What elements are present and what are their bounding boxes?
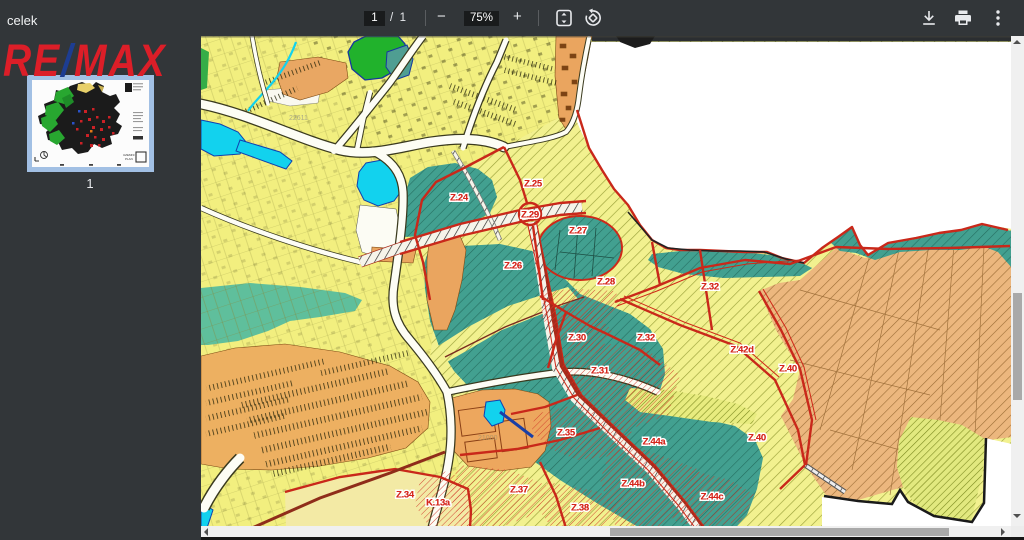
svg-text:Z.26: Z.26 [504, 260, 522, 271]
svg-text:Z.32: Z.32 [701, 281, 719, 292]
svg-text:Z.40: Z.40 [779, 363, 797, 374]
svg-text:Z.37: Z.37 [510, 484, 528, 495]
svg-text:Z.25: Z.25 [524, 178, 543, 189]
svg-text:Z.29: Z.29 [521, 209, 539, 220]
svg-text:Z.42d: Z.42d [730, 344, 754, 355]
svg-text:Z.34: Z.34 [396, 489, 415, 500]
svg-text:21000: 21000 [478, 435, 498, 442]
svg-text:Z.24: Z.24 [450, 192, 469, 203]
svg-text:Z.44a: Z.44a [643, 436, 667, 447]
svg-text:Z.31: Z.31 [591, 365, 610, 376]
svg-text:Z.30: Z.30 [568, 332, 586, 343]
svg-text:Z.32: Z.32 [637, 332, 655, 343]
svg-text:Z.27: Z.27 [569, 225, 587, 236]
svg-text:Z.40: Z.40 [748, 432, 766, 443]
svg-text:K.13a: K.13a [426, 497, 451, 508]
svg-text:Z.44c: Z.44c [701, 491, 724, 502]
svg-text:Z.44b: Z.44b [621, 478, 645, 489]
svg-text:22611: 22611 [289, 115, 308, 122]
svg-text:Z.35: Z.35 [557, 427, 576, 438]
svg-text:PLAN: PLAN [125, 157, 133, 161]
svg-text:Z.28: Z.28 [597, 276, 615, 287]
svg-text:Z.38: Z.38 [571, 502, 589, 513]
